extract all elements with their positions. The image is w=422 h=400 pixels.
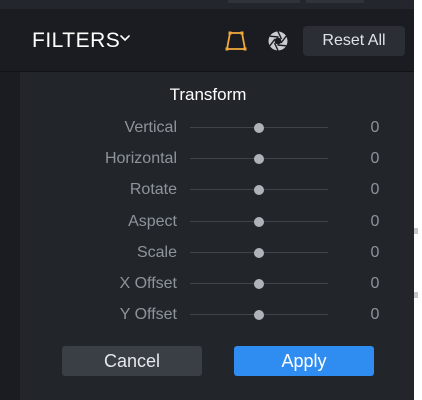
slider-track[interactable] <box>190 147 328 171</box>
slider-thumb[interactable] <box>254 310 264 321</box>
slider-thumb[interactable] <box>254 185 264 196</box>
aperture-icon[interactable] <box>266 29 290 53</box>
slider-value: 0 <box>370 212 380 230</box>
slider-thumb[interactable] <box>254 247 264 258</box>
slider-row: Aspect 0 <box>20 210 414 234</box>
slider-track[interactable] <box>190 241 328 265</box>
slider-row: Scale 0 <box>20 241 414 265</box>
top-strip-segment <box>306 0 364 3</box>
filters-title[interactable]: FILTERS <box>32 29 120 53</box>
slider-thumb[interactable] <box>254 216 264 227</box>
slider-value: 0 <box>370 119 380 136</box>
cancel-button[interactable]: Cancel <box>62 346 202 376</box>
filters-header: FILTERS Reset All <box>0 9 414 72</box>
edge-mark <box>414 292 418 298</box>
slider-label: Aspect <box>128 212 177 230</box>
edge-mark <box>414 228 418 234</box>
transform-icon[interactable] <box>224 29 248 53</box>
slider-value: 0 <box>370 243 380 261</box>
slider-track[interactable] <box>190 178 328 202</box>
filters-window: FILTERS Reset All Transform Vertical 0 H… <box>0 0 414 400</box>
slider-value: 0 <box>370 275 380 292</box>
slider-track[interactable] <box>190 303 328 327</box>
slider-thumb[interactable] <box>254 279 264 289</box>
top-strip <box>0 0 414 9</box>
transform-panel: Transform Vertical 0 Horizontal 0 Rotate 0 Asp… <box>20 72 414 400</box>
slider-value: 0 <box>370 150 380 168</box>
slider-label: Scale <box>136 243 177 261</box>
top-strip-segment <box>228 0 300 3</box>
slider-label: Vertical <box>124 119 177 136</box>
slider-value: 0 <box>370 306 380 324</box>
reset-all-button[interactable]: Reset All <box>303 26 405 56</box>
slider-thumb[interactable] <box>254 123 264 133</box>
slider-track[interactable] <box>190 116 328 140</box>
slider-row: Y Offset 0 <box>20 303 414 327</box>
slider-row: Vertical 0 <box>20 116 414 140</box>
slider-track[interactable] <box>190 210 328 234</box>
slider-track[interactable] <box>190 272 328 296</box>
slider-thumb[interactable] <box>254 154 264 165</box>
slider-label: Rotate <box>129 181 177 199</box>
slider-row: X Offset 0 <box>20 272 414 296</box>
slider-label: Horizontal <box>104 150 177 168</box>
chevron-down-icon[interactable] <box>118 31 132 45</box>
slider-row: Rotate 0 <box>20 178 414 202</box>
slider-label: X Offset <box>119 275 177 292</box>
slider-value: 0 <box>370 181 380 199</box>
slider-row: Horizontal 0 <box>20 147 414 171</box>
panel-title: Transform <box>169 85 247 104</box>
slider-label: Y Offset <box>119 306 177 324</box>
apply-button[interactable]: Apply <box>234 346 374 376</box>
